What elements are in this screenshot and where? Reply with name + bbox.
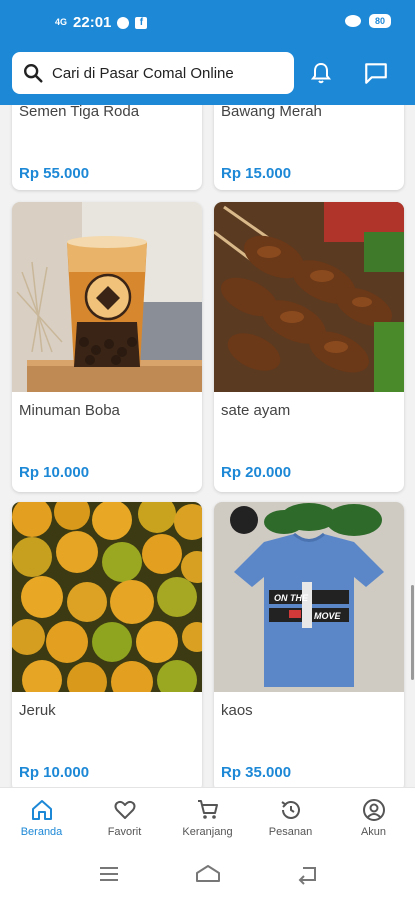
product-image <box>12 202 202 392</box>
product-price: Rp 10.000 <box>19 464 90 481</box>
nav-label: Pesanan <box>268 826 313 838</box>
bottom-navigation: Beranda Favorit Keranjang Pesanan Akun <box>0 787 415 847</box>
product-card[interactable]: Minuman Boba Rp 10.000 <box>12 202 202 492</box>
nav-label: Favorit <box>107 826 142 838</box>
chat-button[interactable] <box>361 58 391 88</box>
product-price: Rp 15.000 <box>221 165 292 182</box>
product-card[interactable]: Bawang Merah Rp 15.000 <box>214 105 404 190</box>
product-card[interactable]: Semen Tiga Roda Rp 55.000 <box>12 105 202 190</box>
home-icon <box>31 800 52 820</box>
nav-label: Keranjang <box>182 826 233 838</box>
product-price: Rp 55.000 <box>19 165 90 182</box>
product-card[interactable]: sate ayam Rp 20.000 <box>214 202 404 492</box>
status-bar: 4G 22:01 f 80 <box>0 0 415 44</box>
account-icon <box>362 799 385 821</box>
nav-item-beranda[interactable]: Beranda <box>0 788 83 847</box>
history-icon <box>280 801 300 819</box>
bell-icon <box>310 62 332 84</box>
nav-item-favorit[interactable]: Favorit <box>83 788 166 847</box>
product-image <box>12 502 202 692</box>
product-grid: Semen Tiga Roda Rp 55.000 Bawang Merah R… <box>0 105 415 787</box>
jeruk-image <box>12 502 202 692</box>
chat-icon <box>365 63 387 84</box>
status-time: 22:01 <box>73 14 112 31</box>
sate-ayam-image <box>214 202 404 392</box>
boba-drink-image <box>12 202 202 392</box>
home-button-icon[interactable] <box>194 863 222 885</box>
product-card[interactable]: ON THE MOVE kaos Rp 35.000 <box>214 502 404 787</box>
system-navigation-bar <box>0 847 415 900</box>
search-icon <box>24 64 43 83</box>
product-price: Rp 10.000 <box>19 764 90 781</box>
nav-label: Beranda <box>20 826 63 838</box>
wifi-icon <box>344 15 361 27</box>
product-price: Rp 20.000 <box>221 464 292 481</box>
product-name: Bawang Merah <box>221 105 322 120</box>
product-name: Minuman Boba <box>19 402 120 419</box>
facebook-icon: f <box>135 16 148 29</box>
nav-item-pesanan[interactable]: Pesanan <box>249 788 332 847</box>
heart-icon <box>114 800 135 819</box>
nav-item-akun[interactable]: Akun <box>332 788 415 847</box>
menu-icon[interactable] <box>97 864 121 884</box>
search-placeholder: Cari di Pasar Comal Online <box>52 64 234 82</box>
product-name: kaos <box>221 702 253 719</box>
product-name: Semen Tiga Roda <box>19 105 140 120</box>
back-icon[interactable] <box>295 863 319 885</box>
cart-icon <box>197 800 218 819</box>
notification-button[interactable] <box>306 58 336 88</box>
product-image <box>214 202 404 392</box>
nav-item-keranjang[interactable]: Keranjang <box>166 788 249 847</box>
nav-label: Akun <box>360 826 387 838</box>
app-header: 4G 22:01 f 80 Cari di Pasar Comal Online <box>0 0 415 105</box>
notification-icon <box>117 16 130 29</box>
product-name: Jeruk <box>19 702 56 719</box>
product-price: Rp 35.000 <box>221 764 292 781</box>
product-image: ON THE MOVE <box>214 502 404 692</box>
shirt-print-line1: ON THE <box>274 593 309 603</box>
battery-indicator: 80 <box>368 14 391 28</box>
product-card[interactable]: Jeruk Rp 10.000 <box>12 502 202 787</box>
search-input[interactable]: Cari di Pasar Comal Online <box>12 52 294 94</box>
scrollbar[interactable] <box>411 585 414 680</box>
signal-indicator: 4G <box>55 17 68 27</box>
shirt-print-line2: MOVE <box>314 611 342 621</box>
product-name: sate ayam <box>221 402 291 419</box>
kaos-image: ON THE MOVE <box>214 502 404 692</box>
